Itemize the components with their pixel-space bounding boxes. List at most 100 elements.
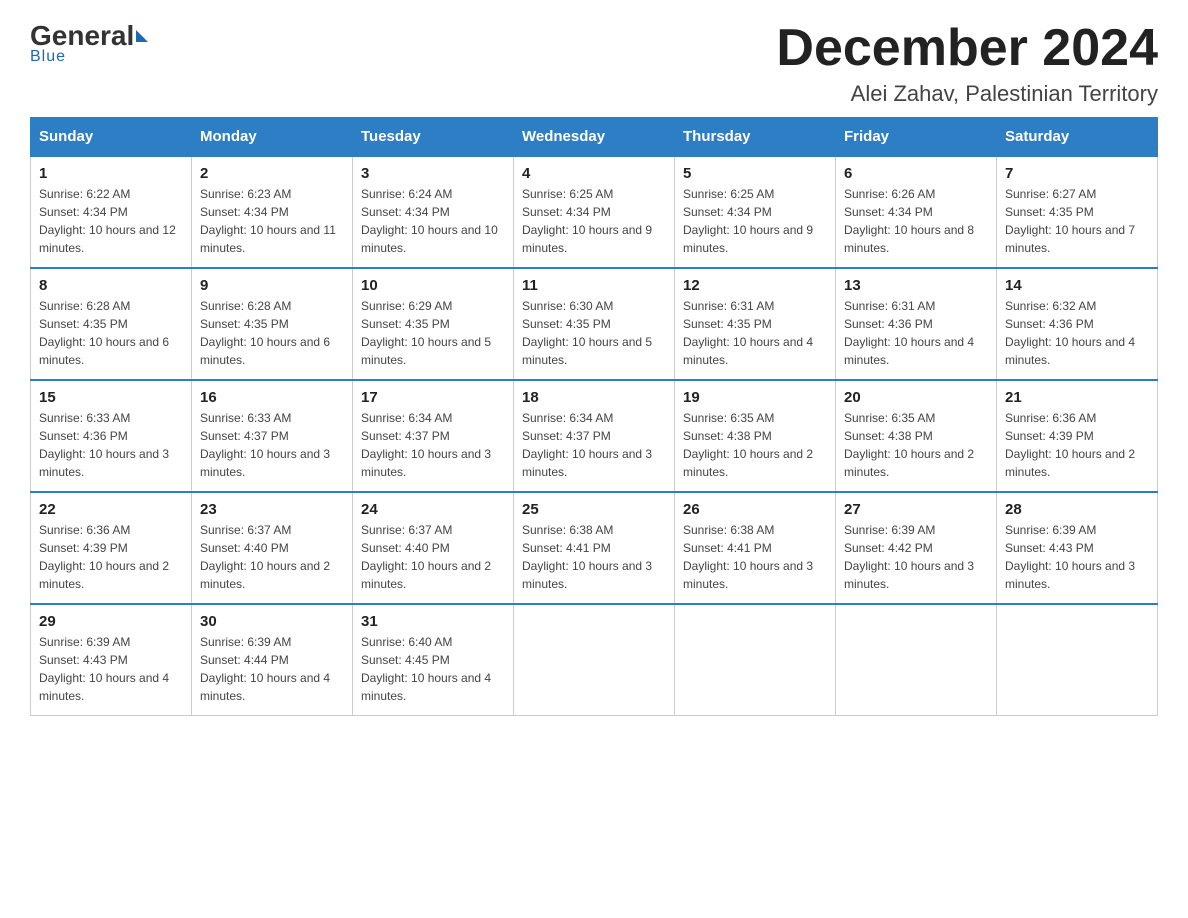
calendar-cell: 29 Sunrise: 6:39 AMSunset: 4:43 PMDayligh… <box>31 604 192 716</box>
day-number: 2 <box>200 165 344 182</box>
column-header-friday: Friday <box>836 118 997 157</box>
day-info: Sunrise: 6:28 AMSunset: 4:35 PMDaylight:… <box>200 297 344 369</box>
calendar-cell: 3 Sunrise: 6:24 AMSunset: 4:34 PMDaylight… <box>353 156 514 268</box>
day-info: Sunrise: 6:23 AMSunset: 4:34 PMDaylight:… <box>200 185 344 257</box>
day-number: 23 <box>200 501 344 518</box>
day-number: 15 <box>39 389 183 406</box>
day-number: 22 <box>39 501 183 518</box>
day-number: 26 <box>683 501 827 518</box>
calendar-cell: 18 Sunrise: 6:34 AMSunset: 4:37 PMDayligh… <box>514 380 675 492</box>
day-number: 6 <box>844 165 988 182</box>
day-number: 12 <box>683 277 827 294</box>
day-number: 11 <box>522 277 666 294</box>
day-info: Sunrise: 6:24 AMSunset: 4:34 PMDaylight:… <box>361 185 505 257</box>
day-number: 1 <box>39 165 183 182</box>
calendar-cell: 10 Sunrise: 6:29 AMSunset: 4:35 PMDayligh… <box>353 268 514 380</box>
calendar-cell: 24 Sunrise: 6:37 AMSunset: 4:40 PMDayligh… <box>353 492 514 604</box>
calendar-cell: 20 Sunrise: 6:35 AMSunset: 4:38 PMDayligh… <box>836 380 997 492</box>
day-number: 25 <box>522 501 666 518</box>
day-number: 20 <box>844 389 988 406</box>
calendar-cell: 22 Sunrise: 6:36 AMSunset: 4:39 PMDayligh… <box>31 492 192 604</box>
calendar-cell: 31Sunrise: 6:40 AMSunset: 4:45 PMDayligh… <box>353 604 514 716</box>
day-info: Sunrise: 6:32 AMSunset: 4:36 PMDaylight:… <box>1005 297 1149 369</box>
calendar-cell: 15 Sunrise: 6:33 AMSunset: 4:36 PMDayligh… <box>31 380 192 492</box>
day-number: 3 <box>361 165 505 182</box>
day-info: Sunrise: 6:33 AMSunset: 4:36 PMDaylight:… <box>39 409 183 481</box>
day-number: 27 <box>844 501 988 518</box>
column-header-sunday: Sunday <box>31 118 192 157</box>
calendar-week-row: 29 Sunrise: 6:39 AMSunset: 4:43 PMDayligh… <box>31 604 1158 716</box>
calendar-cell: 5 Sunrise: 6:25 AMSunset: 4:34 PMDaylight… <box>675 156 836 268</box>
calendar-cell: 2 Sunrise: 6:23 AMSunset: 4:34 PMDaylight… <box>192 156 353 268</box>
calendar-cell <box>836 604 997 716</box>
day-info: Sunrise: 6:37 AMSunset: 4:40 PMDaylight:… <box>361 521 505 593</box>
column-header-wednesday: Wednesday <box>514 118 675 157</box>
day-info: Sunrise: 6:26 AMSunset: 4:34 PMDaylight:… <box>844 185 988 257</box>
day-number: 13 <box>844 277 988 294</box>
day-info: Sunrise: 6:39 AMSunset: 4:43 PMDaylight:… <box>39 633 183 705</box>
day-info: Sunrise: 6:25 AMSunset: 4:34 PMDaylight:… <box>683 185 827 257</box>
calendar-cell: 1 Sunrise: 6:22 AMSunset: 4:34 PMDaylight… <box>31 156 192 268</box>
day-number: 5 <box>683 165 827 182</box>
day-info: Sunrise: 6:34 AMSunset: 4:37 PMDaylight:… <box>522 409 666 481</box>
day-info: Sunrise: 6:39 AMSunset: 4:44 PMDaylight:… <box>200 633 344 705</box>
calendar-cell: 9 Sunrise: 6:28 AMSunset: 4:35 PMDaylight… <box>192 268 353 380</box>
day-info: Sunrise: 6:36 AMSunset: 4:39 PMDaylight:… <box>1005 409 1149 481</box>
day-info: Sunrise: 6:36 AMSunset: 4:39 PMDaylight:… <box>39 521 183 593</box>
calendar-cell: 4Sunrise: 6:25 AMSunset: 4:34 PMDaylight… <box>514 156 675 268</box>
calendar-cell <box>514 604 675 716</box>
day-number: 9 <box>200 277 344 294</box>
day-number: 19 <box>683 389 827 406</box>
day-info: Sunrise: 6:27 AMSunset: 4:35 PMDaylight:… <box>1005 185 1149 257</box>
day-number: 24 <box>361 501 505 518</box>
day-info: Sunrise: 6:34 AMSunset: 4:37 PMDaylight:… <box>361 409 505 481</box>
day-number: 7 <box>1005 165 1149 182</box>
day-info: Sunrise: 6:30 AMSunset: 4:35 PMDaylight:… <box>522 297 666 369</box>
location-subtitle: Alei Zahav, Palestinian Territory <box>776 81 1158 107</box>
calendar-header-row: SundayMondayTuesdayWednesdayThursdayFrid… <box>31 118 1158 157</box>
calendar-cell: 17 Sunrise: 6:34 AMSunset: 4:37 PMDayligh… <box>353 380 514 492</box>
day-number: 17 <box>361 389 505 406</box>
day-info: Sunrise: 6:40 AMSunset: 4:45 PMDaylight:… <box>361 633 505 705</box>
day-info: Sunrise: 6:28 AMSunset: 4:35 PMDaylight:… <box>39 297 183 369</box>
day-info: Sunrise: 6:31 AMSunset: 4:35 PMDaylight:… <box>683 297 827 369</box>
calendar-cell: 8Sunrise: 6:28 AMSunset: 4:35 PMDaylight… <box>31 268 192 380</box>
column-header-tuesday: Tuesday <box>353 118 514 157</box>
logo-triangle-icon <box>136 30 148 42</box>
calendar-cell: 12 Sunrise: 6:31 AMSunset: 4:35 PMDayligh… <box>675 268 836 380</box>
column-header-thursday: Thursday <box>675 118 836 157</box>
calendar-cell: 30Sunrise: 6:39 AMSunset: 4:44 PMDayligh… <box>192 604 353 716</box>
day-info: Sunrise: 6:38 AMSunset: 4:41 PMDaylight:… <box>522 521 666 593</box>
calendar-week-row: 8Sunrise: 6:28 AMSunset: 4:35 PMDaylight… <box>31 268 1158 380</box>
day-info: Sunrise: 6:31 AMSunset: 4:36 PMDaylight:… <box>844 297 988 369</box>
calendar-cell: 11 Sunrise: 6:30 AMSunset: 4:35 PMDayligh… <box>514 268 675 380</box>
day-info: Sunrise: 6:37 AMSunset: 4:40 PMDaylight:… <box>200 521 344 593</box>
calendar-cell: 28Sunrise: 6:39 AMSunset: 4:43 PMDayligh… <box>997 492 1158 604</box>
calendar-cell <box>675 604 836 716</box>
logo: General Blue <box>30 20 150 66</box>
day-info: Sunrise: 6:35 AMSunset: 4:38 PMDaylight:… <box>844 409 988 481</box>
day-info: Sunrise: 6:33 AMSunset: 4:37 PMDaylight:… <box>200 409 344 481</box>
day-info: Sunrise: 6:39 AMSunset: 4:42 PMDaylight:… <box>844 521 988 593</box>
calendar-week-row: 1 Sunrise: 6:22 AMSunset: 4:34 PMDaylight… <box>31 156 1158 268</box>
day-info: Sunrise: 6:38 AMSunset: 4:41 PMDaylight:… <box>683 521 827 593</box>
day-number: 14 <box>1005 277 1149 294</box>
logo-blue-label: Blue <box>30 48 66 66</box>
day-number: 10 <box>361 277 505 294</box>
calendar-cell: 16Sunrise: 6:33 AMSunset: 4:37 PMDayligh… <box>192 380 353 492</box>
calendar-week-row: 15 Sunrise: 6:33 AMSunset: 4:36 PMDayligh… <box>31 380 1158 492</box>
day-number: 29 <box>39 613 183 630</box>
calendar-cell: 26 Sunrise: 6:38 AMSunset: 4:41 PMDayligh… <box>675 492 836 604</box>
day-info: Sunrise: 6:25 AMSunset: 4:34 PMDaylight:… <box>522 185 666 257</box>
calendar-cell: 13 Sunrise: 6:31 AMSunset: 4:36 PMDayligh… <box>836 268 997 380</box>
day-info: Sunrise: 6:29 AMSunset: 4:35 PMDaylight:… <box>361 297 505 369</box>
month-title: December 2024 <box>776 20 1158 77</box>
calendar-cell: 21Sunrise: 6:36 AMSunset: 4:39 PMDayligh… <box>997 380 1158 492</box>
day-number: 18 <box>522 389 666 406</box>
calendar-week-row: 22 Sunrise: 6:36 AMSunset: 4:39 PMDayligh… <box>31 492 1158 604</box>
calendar-table: SundayMondayTuesdayWednesdayThursdayFrid… <box>30 117 1158 716</box>
calendar-cell: 7 Sunrise: 6:27 AMSunset: 4:35 PMDaylight… <box>997 156 1158 268</box>
day-info: Sunrise: 6:22 AMSunset: 4:34 PMDaylight:… <box>39 185 183 257</box>
calendar-cell <box>997 604 1158 716</box>
column-header-monday: Monday <box>192 118 353 157</box>
